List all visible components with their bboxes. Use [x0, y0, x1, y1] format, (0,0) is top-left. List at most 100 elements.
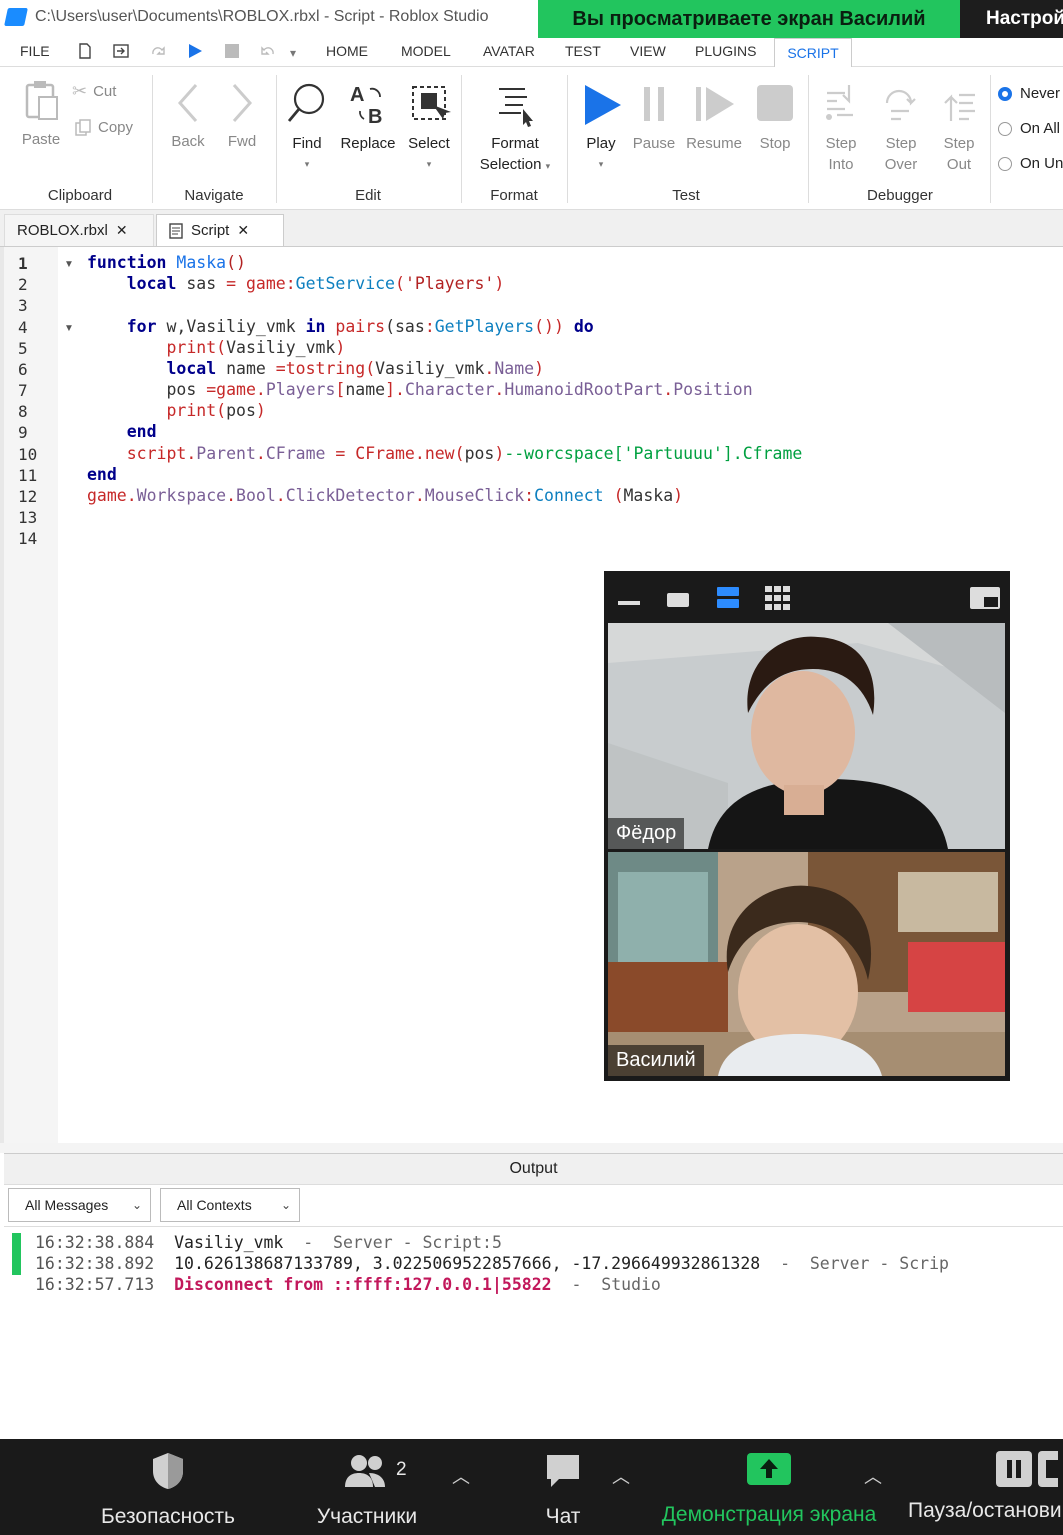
pause-button[interactable]: Pause [630, 81, 678, 154]
find-button[interactable]: Find ▾ [285, 81, 329, 175]
share-settings-button[interactable]: Настрой [960, 0, 1063, 38]
participant-name-label: Василий [608, 1045, 704, 1076]
minimize-icon[interactable] [618, 601, 640, 607]
video-tile-vasiliy[interactable]: Василий [608, 852, 1005, 1076]
close-icon[interactable]: ✕ [237, 222, 249, 239]
forward-label: Fwd [227, 133, 257, 150]
pause-label: Pause [632, 135, 676, 152]
menu-tab-home[interactable]: HOME [326, 43, 368, 59]
new-file-icon[interactable] [78, 43, 92, 59]
stacked-view-icon[interactable] [717, 587, 739, 609]
pause-on-never-radio[interactable]: Never [998, 83, 1060, 104]
contexts-filter-dropdown[interactable]: All Contexts ⌄ [160, 1188, 300, 1222]
gallery-view-icon[interactable] [765, 586, 791, 610]
step-into-button[interactable]: Step Into [818, 81, 864, 175]
play-quick-icon[interactable] [186, 43, 204, 59]
redo-icon[interactable] [150, 43, 166, 59]
code-line-9: end [126, 422, 157, 441]
single-view-icon[interactable] [667, 593, 689, 609]
menu-tab-script[interactable]: SCRIPT [774, 38, 852, 67]
format-lines-icon [499, 88, 533, 127]
share-screen-button[interactable]: Демонстрация экрана [656, 1451, 882, 1527]
output-line: 16:32:57.713 Disconnect from ::ffff:127.… [35, 1275, 661, 1294]
forward-button[interactable]: Fwd [222, 81, 262, 152]
doc-tab-roblox-rbxl[interactable]: ROBLOX.rbxl ✕ [4, 214, 154, 246]
pause-on-all-radio[interactable]: On All [998, 118, 1060, 139]
cut-button[interactable]: ✂ Cut [72, 81, 116, 102]
chevron-up-icon[interactable]: ︿ [452, 1463, 470, 1489]
open-file-icon[interactable] [112, 43, 130, 59]
play-icon [585, 85, 621, 125]
menu-bar: FILE ▾ HOME MODEL AVATAR TEST VIEW PLUGI… [0, 38, 1063, 67]
doc-tab-script[interactable]: Script ✕ [156, 214, 284, 246]
stop-button[interactable]: Stop [752, 81, 798, 154]
menu-tab-avatar[interactable]: AVATAR [483, 43, 535, 59]
step-out-button[interactable]: Step Out [936, 81, 982, 175]
quick-access-dropdown-icon[interactable]: ▾ [290, 46, 296, 60]
participant-video-feed [608, 623, 1005, 849]
output-line: 16:32:38.884 Vasiliy_vmk - Server - Scri… [35, 1233, 502, 1252]
roblox-studio-logo-icon [4, 8, 28, 26]
select-button[interactable]: Select ▾ [405, 81, 453, 175]
back-button[interactable]: Back [168, 81, 208, 152]
exit-floating-view-icon[interactable] [970, 587, 1000, 609]
menu-tab-plugins[interactable]: PLUGINS [695, 43, 756, 59]
line-number: 8 [18, 402, 28, 421]
chevron-down-icon: ⌄ [131, 1198, 142, 1212]
forward-arrow-icon [232, 84, 253, 122]
pause-share-icons [908, 1451, 1063, 1487]
stop-icon [757, 85, 793, 121]
share-screen-icon [747, 1453, 791, 1485]
line-number: 14 [18, 529, 38, 548]
copy-button[interactable]: Copy [74, 117, 133, 138]
resume-button[interactable]: Resume [684, 81, 744, 154]
cut-label: Cut [93, 83, 117, 100]
menu-tab-test[interactable]: TEST [565, 43, 601, 59]
output-line: 16:32:38.892 10.626138687133789, 3.02250… [35, 1254, 949, 1273]
line-number: 13 [18, 508, 38, 527]
back-arrow-icon [177, 84, 198, 122]
chevron-up-icon[interactable]: ︿ [612, 1463, 630, 1489]
svg-text:A: A [350, 84, 364, 106]
pause-share-button[interactable]: Пауза/останови [908, 1451, 1063, 1523]
step-into-label-1: Step [825, 135, 857, 152]
script-file-icon [169, 222, 183, 239]
video-tile-fyodor[interactable]: Фёдор [608, 623, 1005, 849]
output-panel-header: Output [4, 1153, 1063, 1185]
pause-on-unhandled-radio[interactable]: On Un [998, 153, 1063, 174]
chevron-up-icon[interactable]: ︿ [864, 1463, 882, 1489]
chat-button[interactable]: Чат [530, 1451, 596, 1529]
step-over-button[interactable]: Step Over [878, 81, 924, 175]
step-out-icon [944, 93, 975, 121]
play-button[interactable]: Play ▾ [578, 81, 624, 175]
line-number: 2 [18, 275, 28, 294]
stop-share-icon [1038, 1451, 1058, 1487]
code-line-2: local sas = game:GetService('Players') [126, 274, 505, 293]
menu-tab-view[interactable]: VIEW [630, 43, 666, 59]
messages-filter-dropdown[interactable]: All Messages ⌄ [8, 1188, 151, 1222]
ribbon-toolbar: Paste ✂ Cut Copy Clipboard Back Fwd Navi… [0, 67, 1063, 210]
format-selection-button[interactable]: Format Selection ▾ [470, 81, 560, 177]
code-line-8: print(pos) [166, 401, 266, 420]
security-button[interactable]: Безопасность [98, 1451, 238, 1529]
navigate-group-label: Navigate [184, 187, 244, 204]
back-label: Back [171, 133, 205, 150]
select-icon [412, 86, 451, 120]
fold-arrow-icon[interactable]: ▼ [64, 259, 74, 270]
replace-button[interactable]: AB Replace [339, 81, 397, 154]
fold-arrow-icon[interactable]: ▼ [64, 323, 74, 334]
format-label-line2: Selection ▾ [479, 156, 551, 173]
menu-tab-model[interactable]: MODEL [401, 43, 451, 59]
find-label: Find [292, 135, 322, 152]
close-icon[interactable]: ✕ [116, 222, 128, 239]
participants-button[interactable]: Участники [308, 1451, 426, 1529]
file-menu[interactable]: FILE [20, 43, 50, 59]
undo-icon[interactable] [258, 43, 276, 59]
replace-icon: AB [350, 84, 382, 128]
line-number: 5 [18, 339, 28, 358]
paste-button[interactable]: Paste [14, 79, 68, 150]
scissors-icon: ✂ [72, 81, 88, 101]
output-log[interactable]: 16:32:38.884 Vasiliy_vmk - Server - Scri… [4, 1226, 1063, 1398]
edit-group-label: Edit [355, 187, 381, 204]
stop-quick-icon[interactable] [224, 43, 240, 59]
